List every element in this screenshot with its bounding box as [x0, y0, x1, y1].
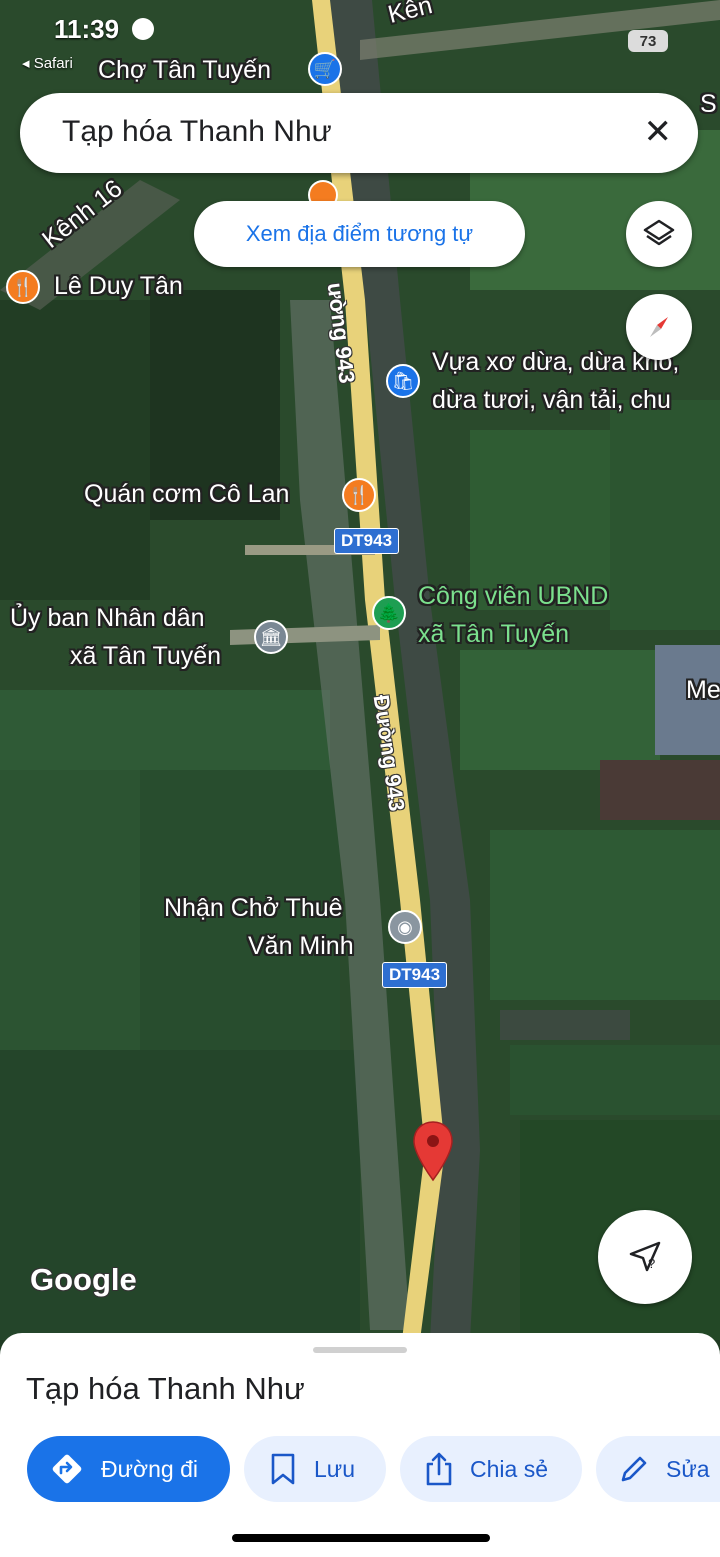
layers-button[interactable] [626, 201, 692, 267]
road-shield: DT943 [382, 962, 448, 988]
park-tree-icon[interactable]: 🌲 [372, 596, 406, 630]
similar-places-button[interactable]: Xem địa điểm tương tự [194, 201, 525, 267]
my-location-button[interactable]: ? [598, 1210, 692, 1304]
place-bottom-sheet[interactable]: Tạp hóa Thanh Như Đường đi Lưu Chia sẻ S… [0, 1333, 720, 1557]
edge-label-me: Me [686, 676, 720, 704]
place-title: Tạp hóa Thanh Như [26, 1371, 305, 1406]
save-button[interactable]: Lưu [244, 1436, 386, 1502]
share-label: Chia sẻ [470, 1455, 548, 1482]
directions-label: Đường đi [101, 1455, 198, 1482]
save-label: Lưu [314, 1455, 355, 1482]
location-arrow-question-icon: ? [629, 1241, 661, 1272]
edit-label: Sửa [666, 1455, 710, 1482]
google-logo: Google [30, 1262, 137, 1297]
poi-label-vua-xo-dua-line2[interactable]: dừa tươi, vận tải, chu [432, 386, 671, 415]
back-to-safari-link[interactable]: ◂ Safari [22, 54, 73, 72]
search-query[interactable]: Tạp hóa Thanh Như [62, 115, 332, 149]
location-pin-icon[interactable]: ◉ [388, 910, 422, 944]
focus-mode-icon [132, 18, 154, 40]
edge-label-s: S [700, 90, 717, 118]
battery-indicator: 73 [628, 30, 668, 52]
close-icon[interactable]: ✕ [644, 115, 673, 149]
drag-handle[interactable] [313, 1347, 407, 1353]
svg-text:?: ? [648, 1256, 655, 1271]
compass-icon [650, 317, 668, 337]
poi-label-cho-tan-tuyen[interactable]: Chợ Tân Tuyến [98, 56, 271, 85]
shopping-cart-icon[interactable]: 🛒 [308, 52, 342, 86]
directions-icon [52, 1454, 82, 1484]
poi-label-uy-ban-line1[interactable]: Ủy ban Nhân dân [10, 604, 205, 633]
bookmark-icon [271, 1453, 295, 1485]
government-building-icon[interactable]: 🏛 [254, 620, 288, 654]
layers-icon [643, 219, 675, 246]
poi-label-uy-ban-line2[interactable]: xã Tân Tuyến [70, 642, 221, 671]
road-shield: DT943 [334, 528, 400, 554]
restaurant-icon[interactable]: 🍴 [342, 478, 376, 512]
poi-label-cong-vien-line1[interactable]: Công viên UBND [418, 582, 608, 611]
home-indicator[interactable] [232, 1534, 490, 1542]
poi-label-nhan-cho-line2[interactable]: Văn Minh [248, 932, 354, 961]
restaurant-icon[interactable]: 🍴 [6, 270, 40, 304]
share-button[interactable]: Chia sẻ [400, 1436, 582, 1502]
poi-label-le-duy-tan[interactable]: Lê Duy Tân [54, 272, 183, 301]
poi-label-quan-com[interactable]: Quán cơm Cô Lan [84, 480, 289, 509]
poi-label-cong-vien-line2[interactable]: xã Tân Tuyến [418, 620, 569, 649]
poi-label-nhan-cho-line1[interactable]: Nhận Chở Thuê [164, 894, 343, 923]
selected-place-marker-icon[interactable] [412, 1120, 454, 1182]
directions-button[interactable]: Đường đi [27, 1436, 230, 1502]
compass-button[interactable] [626, 294, 692, 360]
search-bar[interactable]: Tạp hóa Thanh Như ✕ [20, 93, 698, 173]
share-icon [426, 1452, 452, 1486]
shopping-bag-icon[interactable]: 🛍 [386, 364, 420, 398]
pencil-icon [621, 1456, 647, 1482]
edit-button[interactable]: Sửa [596, 1436, 720, 1502]
status-time: 11:39 [54, 14, 120, 44]
